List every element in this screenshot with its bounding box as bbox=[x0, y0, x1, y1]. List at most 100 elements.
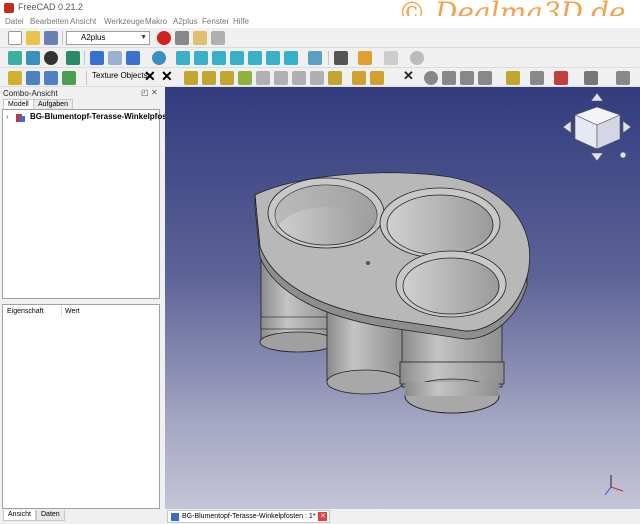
a2p-more-icon[interactable] bbox=[616, 71, 630, 85]
document-tab-icon bbox=[171, 513, 179, 521]
navigation-style-icon[interactable] bbox=[126, 51, 140, 65]
front-view-icon[interactable] bbox=[194, 51, 208, 65]
open-folder-icon[interactable] bbox=[26, 31, 40, 45]
pot-hole-right bbox=[395, 250, 507, 318]
a2p-bom-icon[interactable] bbox=[530, 71, 544, 85]
property-header-name: Eigenschaft bbox=[7, 308, 44, 315]
navigation-cube-icon[interactable] bbox=[562, 92, 632, 162]
part-icon[interactable] bbox=[8, 71, 22, 85]
property-header-value: Wert bbox=[65, 308, 80, 315]
pot-hole-left bbox=[267, 177, 385, 249]
a2p-visibility-icon[interactable] bbox=[506, 71, 520, 85]
axis-cross-icon bbox=[604, 475, 624, 496]
window-title: FreeCAD 0.21.2 bbox=[18, 2, 84, 12]
back-arrow-icon[interactable] bbox=[90, 51, 104, 65]
execute-macro-icon[interactable] bbox=[211, 31, 225, 45]
document-tab-bar: BG-Blumentopf-Terasse-Winkelpfosten : 1*… bbox=[165, 509, 640, 524]
record-macro-icon[interactable] bbox=[157, 31, 171, 45]
menu-bearbeiten[interactable]: Bearbeiten bbox=[30, 17, 69, 26]
model-tree: › BG-Blumentopf-Terasse-Winkelpfosten bbox=[2, 109, 179, 299]
menu-makro[interactable]: Makro bbox=[145, 17, 167, 26]
a2p-import-part-icon[interactable] bbox=[184, 71, 198, 85]
delete-constraint-icon[interactable]: ✕ bbox=[403, 68, 414, 84]
freecad-app-icon bbox=[4, 3, 14, 13]
toolbar-separator bbox=[328, 51, 329, 65]
pot-hole-middle bbox=[379, 187, 501, 259]
a2p-point-icon[interactable] bbox=[424, 71, 438, 85]
menu-ansicht[interactable]: Ansicht bbox=[70, 17, 96, 26]
a2p-plane-icon[interactable] bbox=[460, 71, 474, 85]
tab-daten[interactable]: Daten bbox=[36, 510, 65, 521]
texture-objects-label[interactable]: Texture Objects bbox=[92, 71, 148, 80]
close-x-icon-2[interactable]: ✕ bbox=[161, 68, 173, 85]
panel-title: Combo-Ansicht bbox=[3, 89, 58, 98]
close-x-icon[interactable]: ✕ bbox=[144, 68, 156, 85]
3d-viewport[interactable] bbox=[165, 87, 640, 509]
chevron-right-icon[interactable]: › bbox=[6, 112, 9, 121]
fit-all-icon[interactable] bbox=[8, 51, 22, 65]
document-tab[interactable]: BG-Blumentopf-Terasse-Winkelpfosten : 1*… bbox=[167, 510, 331, 523]
screw-hole bbox=[366, 261, 370, 265]
top-view-icon[interactable] bbox=[212, 51, 226, 65]
measure-icon[interactable] bbox=[308, 51, 322, 65]
menu-fenster[interactable]: Fenster bbox=[202, 17, 229, 26]
bounding-box-icon[interactable] bbox=[66, 51, 80, 65]
a2p-constraint-icon[interactable] bbox=[274, 71, 288, 85]
undo-icon[interactable] bbox=[358, 51, 372, 65]
stop-macro-icon[interactable] bbox=[175, 31, 189, 45]
menu-hilfe[interactable]: Hilfe bbox=[233, 17, 249, 26]
new-document-icon[interactable] bbox=[8, 31, 22, 45]
toolbar-separator bbox=[84, 51, 85, 65]
float-panel-icon[interactable]: ◰ bbox=[141, 88, 149, 97]
a2p-constraint-3-icon[interactable] bbox=[310, 71, 324, 85]
a2p-solve-icon[interactable] bbox=[352, 71, 366, 85]
workbench-selector[interactable]: A2plus ▼ bbox=[66, 31, 150, 45]
workbench-label: A2plus bbox=[81, 33, 106, 42]
close-panel-icon[interactable]: ✕ bbox=[151, 88, 158, 97]
redo-icon[interactable] bbox=[384, 51, 398, 65]
a2p-line-icon[interactable] bbox=[442, 71, 456, 85]
a2p-move-icon[interactable] bbox=[256, 71, 270, 85]
whats-this-icon[interactable] bbox=[334, 51, 348, 65]
toolbar-file: A2plus ▼ bbox=[0, 28, 640, 48]
right-view-icon[interactable] bbox=[230, 51, 244, 65]
bottom-view-icon[interactable] bbox=[266, 51, 280, 65]
a2p-update-icon[interactable] bbox=[202, 71, 216, 85]
left-view-icon[interactable] bbox=[284, 51, 298, 65]
column-divider bbox=[61, 306, 62, 317]
menu-werkzeuge[interactable]: Werkzeuge bbox=[104, 17, 144, 26]
a2p-shape-icon[interactable] bbox=[554, 71, 568, 85]
document-icon bbox=[16, 114, 25, 122]
save-icon[interactable] bbox=[44, 31, 58, 45]
menu-datei[interactable]: Datei bbox=[5, 17, 24, 26]
a2p-constraint-2-icon[interactable] bbox=[292, 71, 306, 85]
menu-bar: Datei Bearbeiten Ansicht Werkzeuge Makro… bbox=[0, 16, 640, 28]
close-tab-icon[interactable]: ✕ bbox=[318, 512, 328, 521]
a2p-edit-icon[interactable] bbox=[238, 71, 252, 85]
link-icon[interactable] bbox=[44, 71, 58, 85]
title-bar: FreeCAD 0.21.2 © Dealma3D.de bbox=[0, 0, 640, 29]
a2p-tree-icon[interactable] bbox=[584, 71, 598, 85]
macros-icon[interactable] bbox=[193, 31, 207, 45]
rear-view-icon[interactable] bbox=[248, 51, 262, 65]
add-group-icon[interactable] bbox=[62, 71, 76, 85]
tab-ansicht[interactable]: Ansicht bbox=[3, 510, 36, 521]
model-render bbox=[254, 92, 632, 496]
a2p-solve-2-icon[interactable] bbox=[370, 71, 384, 85]
folder-icon[interactable] bbox=[26, 71, 40, 85]
refresh-icon[interactable] bbox=[410, 51, 424, 65]
document-tab-label: BG-Blumentopf-Terasse-Winkelpfosten : 1* bbox=[182, 513, 316, 520]
a2p-duplicate-icon[interactable] bbox=[220, 71, 234, 85]
draw-style-icon[interactable] bbox=[44, 51, 58, 65]
menu-a2plus[interactable]: A2plus bbox=[173, 17, 197, 26]
toolbar-view bbox=[0, 48, 640, 68]
a2p-constraint-4-icon[interactable] bbox=[328, 71, 342, 85]
combo-view-panel: Combo-Ansicht ◰ ✕ Modell Aufgaben › BG-B… bbox=[0, 87, 179, 524]
toolbar-separator bbox=[86, 71, 87, 85]
zoom-icon[interactable] bbox=[152, 51, 166, 65]
fit-selection-icon[interactable] bbox=[26, 51, 40, 65]
toolbar-separator bbox=[62, 31, 63, 45]
isometric-view-icon[interactable] bbox=[176, 51, 190, 65]
a2p-circle-icon[interactable] bbox=[478, 71, 492, 85]
forward-arrow-icon[interactable] bbox=[108, 51, 122, 65]
